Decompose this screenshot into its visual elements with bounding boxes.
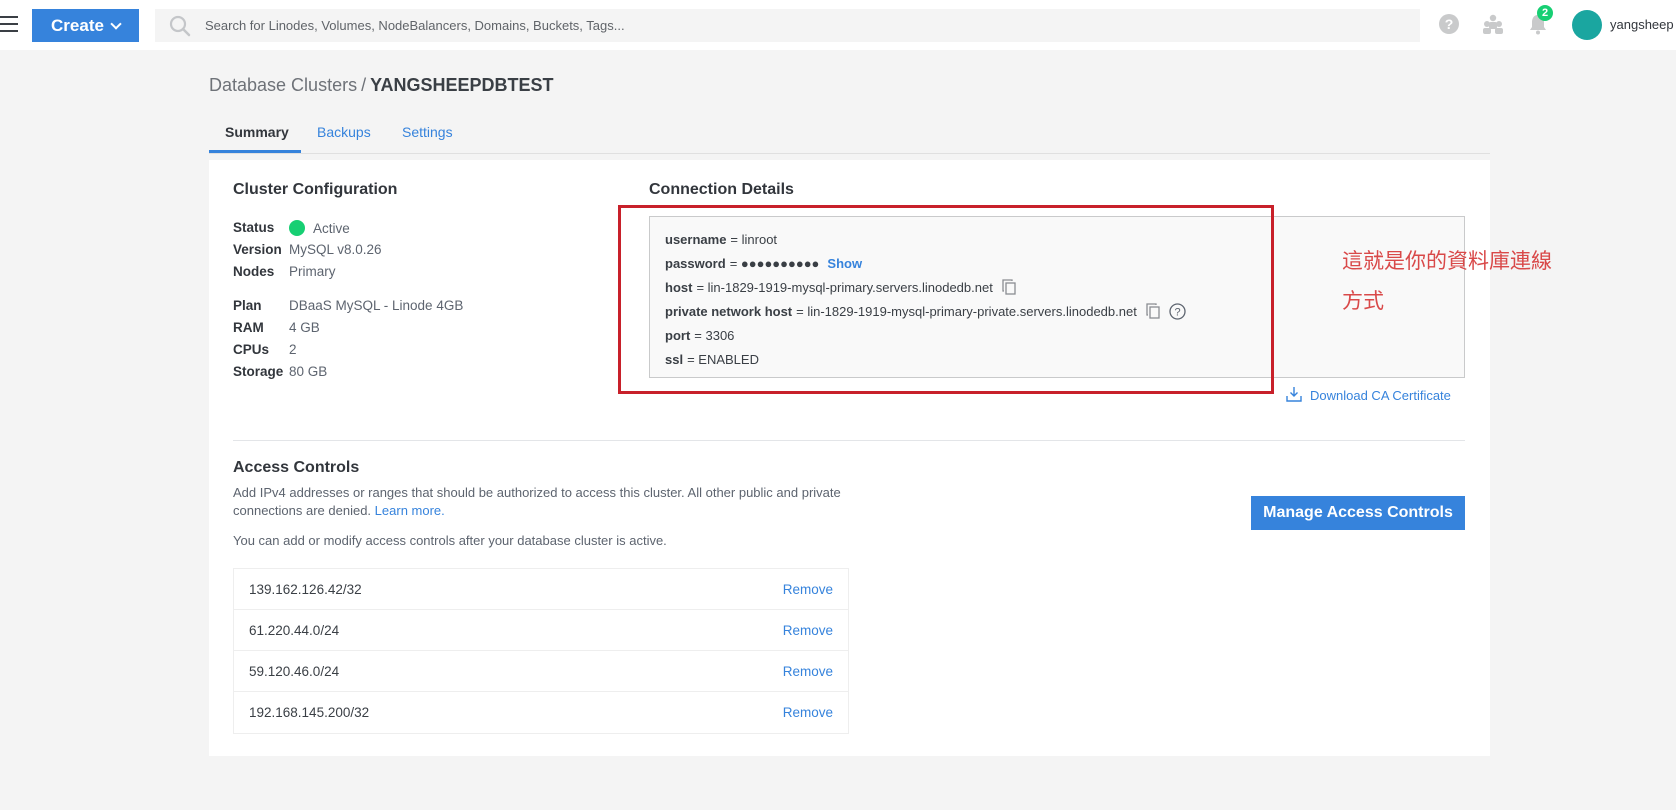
copy-host-icon[interactable] — [1002, 279, 1016, 295]
connection-password-row: password = ●●●●●●●●●● Show — [665, 251, 1449, 275]
ssl-value: = ENABLED — [687, 351, 759, 367]
version-row: Version MySQL v8.0.26 — [233, 242, 382, 257]
password-key: password — [665, 255, 726, 271]
status-row: Status Active — [233, 220, 350, 236]
avatar[interactable] — [1572, 10, 1602, 40]
port-key: port — [665, 327, 691, 343]
version-value: MySQL v8.0.26 — [289, 242, 382, 257]
tab-bar: Summary Backups Settings — [209, 112, 1490, 154]
connection-ssl-row: ssl = ENABLED — [665, 347, 1449, 371]
host-key: host — [665, 279, 693, 295]
port-value: = 3306 — [694, 327, 735, 343]
active-tab-indicator — [209, 150, 301, 153]
chevron-down-icon — [110, 17, 122, 30]
plan-label: Plan — [233, 298, 262, 313]
create-label: Create — [51, 15, 104, 35]
download-icon — [1286, 386, 1302, 405]
nodes-value: Primary — [289, 264, 336, 279]
username-value: = linroot — [730, 231, 778, 247]
cpus-row: CPUs 2 — [233, 342, 297, 357]
table-row: 61.220.44.0/24 Remove — [234, 610, 848, 651]
connection-port-row: port = 3306 — [665, 323, 1449, 347]
remove-ip-button[interactable]: Remove — [783, 623, 833, 638]
password-value: = ●●●●●●●●●● — [729, 255, 820, 271]
ip-address: 59.120.46.0/24 — [249, 663, 340, 679]
cluster-configuration-title: Cluster Configuration — [233, 181, 398, 198]
annotation-line-1: 這就是你的資料庫連線 — [1342, 249, 1552, 273]
copy-private-host-icon[interactable] — [1146, 303, 1160, 319]
access-controls-description: Add IPv4 addresses or ranges that should… — [233, 484, 893, 520]
annotation-line-2: 方式 — [1342, 289, 1384, 313]
search-bar[interactable] — [155, 9, 1420, 42]
connection-details-title: Connection Details — [649, 181, 794, 198]
access-controls-description-text: Add IPv4 addresses or ranges that should… — [233, 485, 841, 518]
private-host-value: = lin-1829-1919-mysql-primary-private.se… — [796, 303, 1137, 319]
create-button[interactable]: Create — [32, 9, 139, 42]
private-host-key: private network host — [665, 303, 793, 319]
breadcrumb-separator: / — [361, 75, 367, 95]
plan-value: DBaaS MySQL - Linode 4GB — [289, 298, 464, 313]
help-icon[interactable]: ? — [1438, 13, 1460, 35]
ip-address: 192.168.145.200/32 — [249, 705, 370, 720]
ram-value: 4 GB — [289, 320, 320, 335]
remove-ip-button[interactable]: Remove — [783, 582, 833, 597]
search-input[interactable] — [199, 9, 1420, 42]
menu-icon[interactable] — [0, 16, 18, 32]
top-bar: Create ? 2 yangsheep — [0, 0, 1676, 50]
host-value: = lin-1829-1919-mysql-primary.servers.li… — [696, 279, 993, 295]
storage-value: 80 GB — [289, 364, 328, 379]
access-controls-title: Access Controls — [233, 459, 360, 476]
notification-badge: 2 — [1537, 5, 1553, 21]
tab-settings[interactable]: Settings — [402, 124, 453, 140]
table-row: 139.162.126.42/32 Remove — [234, 569, 848, 610]
username[interactable]: yangsheep — [1610, 17, 1674, 32]
summary-card: Cluster Configuration Status Active Vers… — [209, 160, 1490, 756]
annotation-text: 這就是你的資料庫連線 方式 — [1342, 241, 1602, 321]
cpus-label: CPUs — [233, 342, 270, 357]
cpus-value: 2 — [289, 342, 297, 357]
search-icon — [161, 14, 199, 38]
community-icon[interactable] — [1482, 13, 1504, 35]
svg-text:?: ? — [1445, 16, 1454, 32]
show-password-button[interactable]: Show — [827, 256, 862, 271]
remove-ip-button[interactable]: Remove — [783, 705, 833, 720]
learn-more-link[interactable]: Learn more. — [375, 503, 445, 518]
tab-backups[interactable]: Backups — [317, 124, 371, 140]
remove-ip-button[interactable]: Remove — [783, 664, 833, 679]
table-row: 192.168.145.200/32 Remove — [234, 692, 848, 733]
access-controls-ip-list: 139.162.126.42/32 Remove 61.220.44.0/24 … — [233, 568, 849, 734]
ram-label: RAM — [233, 320, 264, 335]
download-ca-certificate-link[interactable]: Download CA Certificate — [1286, 386, 1451, 405]
ip-address: 61.220.44.0/24 — [249, 622, 340, 638]
table-row: 59.120.46.0/24 Remove — [234, 651, 848, 692]
divider — [233, 440, 1465, 441]
manage-access-controls-button[interactable]: Manage Access Controls — [1251, 496, 1465, 530]
ram-row: RAM 4 GB — [233, 320, 320, 335]
download-ca-certificate-label: Download CA Certificate — [1310, 388, 1451, 403]
status-label: Status — [233, 220, 275, 235]
status-value: Active — [313, 221, 350, 236]
access-controls-note: You can add or modify access controls af… — [233, 533, 667, 548]
version-label: Version — [233, 242, 282, 257]
tab-summary[interactable]: Summary — [225, 124, 289, 140]
ssl-key: ssl — [665, 351, 684, 367]
storage-label: Storage — [233, 364, 284, 379]
svg-text:?: ? — [1174, 306, 1180, 318]
breadcrumb-link-database-clusters[interactable]: Database Clusters — [209, 75, 357, 96]
connection-username-row: username = linroot — [665, 227, 1449, 251]
status-active-icon — [289, 220, 305, 236]
breadcrumb: Database Clusters / YANGSHEEPDBTEST — [209, 75, 553, 96]
help-circle-icon[interactable]: ? — [1169, 302, 1186, 320]
nodes-row: Nodes Primary — [233, 264, 336, 279]
plan-row: Plan DBaaS MySQL - Linode 4GB — [233, 298, 463, 313]
nodes-label: Nodes — [233, 264, 275, 279]
username-key: username — [665, 231, 727, 247]
storage-row: Storage 80 GB — [233, 364, 327, 379]
page-title: YANGSHEEPDBTEST — [370, 75, 554, 95]
ip-address: 139.162.126.42/32 — [249, 581, 362, 597]
connection-host-row: host = lin-1829-1919-mysql-primary.serve… — [665, 275, 1449, 299]
connection-private-host-row: private network host = lin-1829-1919-mys… — [665, 299, 1449, 323]
